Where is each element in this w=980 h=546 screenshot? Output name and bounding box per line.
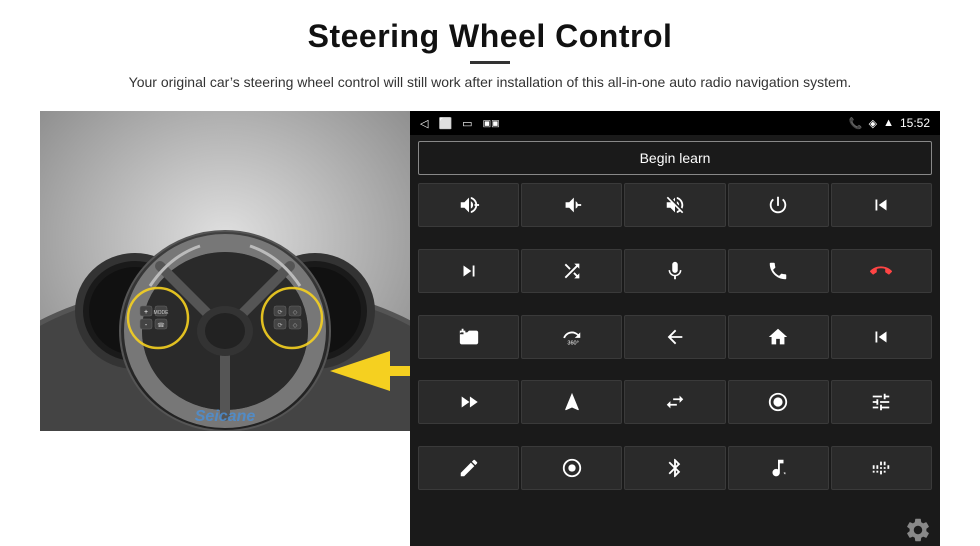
- subtitle-text: Your original car’s steering wheel contr…: [129, 72, 852, 93]
- phone-icon: 📞: [849, 117, 863, 130]
- vol-up-button[interactable]: [418, 183, 519, 227]
- page-container: Steering Wheel Control Your original car…: [0, 0, 980, 546]
- record-button[interactable]: [728, 380, 829, 424]
- svg-text:☎: ☎: [157, 322, 165, 329]
- back-nav-icon[interactable]: ◁: [420, 117, 428, 130]
- status-bar: ◁ ⬜ ▭ ▣▣ 📞 ◈ ▲ 15:52: [410, 111, 940, 135]
- svg-text:MODE: MODE: [154, 310, 170, 316]
- svg-text:Seicane: Seicane: [195, 408, 256, 425]
- 360-view-button[interactable]: 360°: [521, 315, 622, 359]
- home-nav-icon[interactable]: ⬜: [438, 117, 452, 130]
- steering-wheel-image: 60 0 4: [40, 111, 410, 431]
- fast-forward-button[interactable]: [418, 380, 519, 424]
- sim-icon: ▣▣: [483, 118, 500, 129]
- page-title: Steering Wheel Control: [129, 18, 852, 55]
- svg-text:360°: 360°: [567, 340, 578, 346]
- svg-text:⟳: ⟳: [277, 310, 282, 316]
- wave-button[interactable]: [831, 446, 932, 490]
- time-display: 15:52: [900, 116, 930, 130]
- skip-back-button[interactable]: [831, 315, 932, 359]
- music-button[interactable]: *: [728, 446, 829, 490]
- settings-gear-icon[interactable]: [904, 516, 932, 544]
- shuffle-button[interactable]: [521, 249, 622, 293]
- android-screen: ◁ ⬜ ▭ ▣▣ 📞 ◈ ▲ 15:52 Begin learn: [410, 111, 940, 546]
- controls-grid: 360°: [410, 181, 940, 514]
- svg-text:◇: ◇: [293, 323, 298, 329]
- hang-up-button[interactable]: [831, 249, 932, 293]
- equalizer-button[interactable]: [831, 380, 932, 424]
- svg-text:+: +: [144, 309, 148, 316]
- begin-learn-row: Begin learn: [410, 135, 940, 181]
- svg-text:◇: ◇: [293, 310, 298, 316]
- pen-button[interactable]: [418, 446, 519, 490]
- mic-button[interactable]: [624, 249, 725, 293]
- navigate-button[interactable]: [521, 380, 622, 424]
- nav-icons: ◁ ⬜ ▭ ▣▣: [420, 117, 500, 130]
- home-button[interactable]: [728, 315, 829, 359]
- next-track-button[interactable]: [418, 249, 519, 293]
- svg-text:*: *: [784, 471, 787, 478]
- recents-nav-icon[interactable]: ▭: [462, 117, 472, 130]
- prev-track-button[interactable]: [831, 183, 932, 227]
- vol-mute-button[interactable]: [624, 183, 725, 227]
- content-area: 60 0 4: [40, 111, 940, 546]
- begin-learn-button[interactable]: Begin learn: [418, 141, 932, 175]
- camera-button[interactable]: [418, 315, 519, 359]
- signal-icon: ▲: [883, 117, 894, 129]
- title-section: Steering Wheel Control Your original car…: [129, 18, 852, 93]
- status-right: 📞 ◈ ▲ 15:52: [849, 116, 930, 130]
- bottom-bar: [410, 514, 940, 546]
- back-button[interactable]: [624, 315, 725, 359]
- phone-button[interactable]: [728, 249, 829, 293]
- swap-button[interactable]: [624, 380, 725, 424]
- svg-text:⟳: ⟳: [277, 323, 282, 329]
- power2-button[interactable]: [521, 446, 622, 490]
- power-button[interactable]: [728, 183, 829, 227]
- wifi-icon: ◈: [869, 117, 877, 130]
- bluetooth-button[interactable]: [624, 446, 725, 490]
- vol-down-button[interactable]: [521, 183, 622, 227]
- title-divider: [470, 61, 510, 64]
